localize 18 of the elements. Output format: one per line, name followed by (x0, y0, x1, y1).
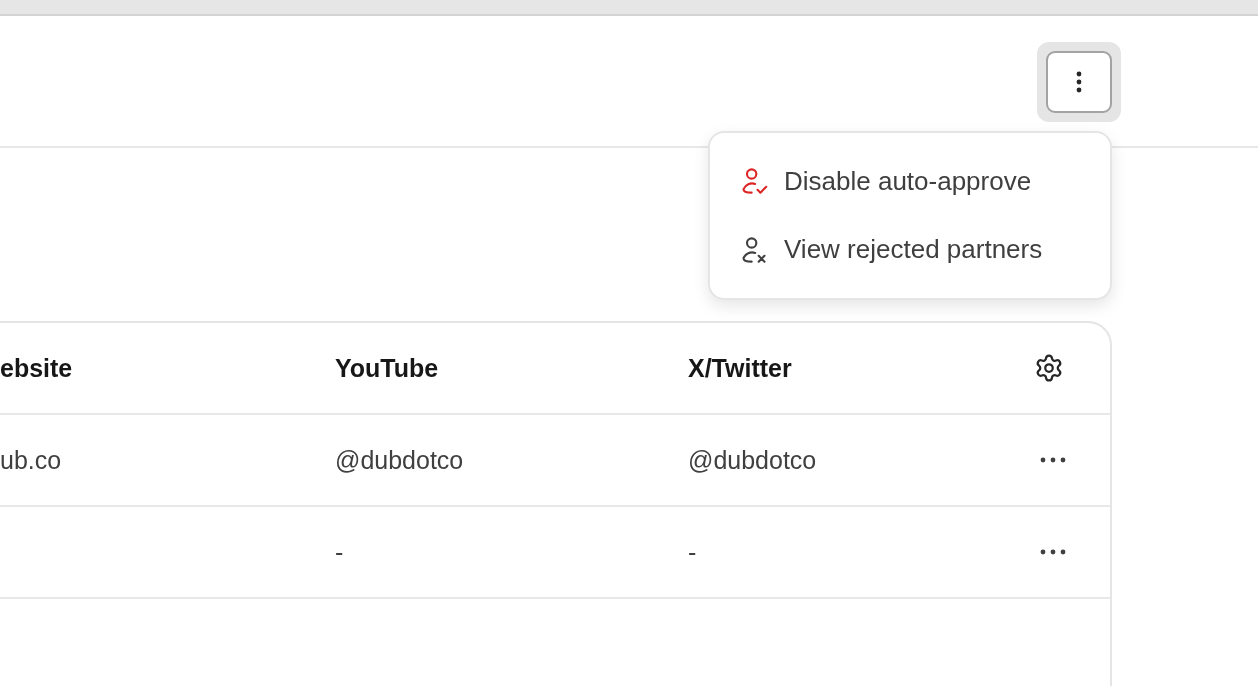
horizontal-dots-icon (1040, 457, 1066, 463)
user-x-icon (740, 235, 768, 264)
table-cell: @dubdotco (335, 445, 464, 475)
row-menu-button[interactable] (1040, 549, 1066, 555)
table-cell: @dubdotco (688, 445, 817, 475)
table-cell: - (335, 537, 344, 567)
menu-item[interactable]: View rejected partners (722, 215, 1098, 284)
column-header: ebsite (0, 353, 73, 383)
menu-item[interactable]: Disable auto-approve (722, 147, 1098, 216)
horizontal-dots-icon (1040, 549, 1066, 555)
row-menu-button[interactable] (1040, 457, 1066, 463)
table-cell: ub.co (0, 445, 62, 475)
vertical-dots-icon (1076, 71, 1082, 93)
user-check-icon (740, 167, 768, 196)
column-header: YouTube (335, 353, 439, 383)
table-cell: - (688, 537, 697, 567)
settings-icon[interactable] (1034, 353, 1064, 383)
column-header: X/Twitter (688, 353, 792, 383)
